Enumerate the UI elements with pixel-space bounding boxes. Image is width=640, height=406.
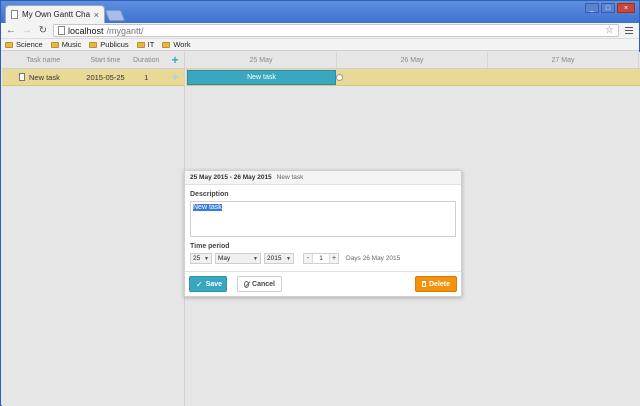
dialog-footer: ✓ Save Cancel Delete: [185, 271, 461, 296]
window-controls: _ □ ×: [585, 3, 635, 13]
chevron-down-icon: ▼: [286, 255, 291, 262]
url-host: localhost: [68, 25, 104, 36]
description-label: Description: [190, 191, 229, 198]
task-bar[interactable]: New task: [187, 70, 336, 85]
duration-stepper: - 1 +: [303, 253, 339, 264]
bookmark-label: Music: [61, 40, 82, 49]
dialog-task-title: New task: [276, 174, 304, 181]
bookmark-label: Work: [173, 40, 191, 49]
day-select[interactable]: 25 ▼: [190, 253, 212, 264]
tab-title: My Own Gantt Chart: [22, 10, 90, 19]
folder-icon: [50, 41, 59, 48]
scale-day: 27 May: [488, 52, 639, 68]
page-icon: [58, 26, 65, 35]
duration-decrement-button[interactable]: -: [304, 254, 312, 263]
gantt-app: Task name Start time Duration + New task…: [2, 52, 640, 406]
address-bar[interactable]: localhost/mygantt/ ☆: [53, 24, 619, 37]
delete-button[interactable]: Delete: [415, 276, 457, 292]
description-text: New task: [193, 204, 222, 211]
back-arrow-icon[interactable]: ←: [5, 25, 17, 37]
page-icon: [11, 10, 18, 19]
year-select[interactable]: 2015 ▼: [264, 253, 294, 264]
task-edit-dialog: 25 May 2015 - 26 May 2015 New task Descr…: [184, 170, 462, 297]
link-handle[interactable]: [336, 74, 343, 81]
check-icon: ✓: [196, 279, 203, 289]
folder-icon: [162, 41, 171, 48]
folder-icon: [89, 41, 98, 48]
browser-window: My Own Gantt Chart × _ □ × ← → ↻ localho…: [0, 0, 640, 406]
bookmark-label: Publicus: [100, 40, 129, 49]
file-icon: [19, 73, 25, 81]
header-duration[interactable]: Duration: [126, 57, 166, 64]
browser-toolbar: ← → ↻ localhost/mygantt/ ☆: [1, 23, 639, 39]
grid-header: Task name Start time Duration +: [2, 52, 184, 69]
new-tab-button[interactable]: [104, 10, 126, 21]
header-task-name[interactable]: Task name: [2, 57, 85, 64]
timeline-row: New task: [186, 69, 640, 86]
folder-icon: [136, 41, 145, 48]
duration-end-text: Days 26 May 2015: [346, 255, 401, 262]
trash-icon: [422, 281, 426, 287]
cancel-icon: [244, 280, 250, 288]
reload-icon[interactable]: ↻: [37, 25, 49, 37]
task-grid: Task name Start time Duration + New task…: [2, 52, 185, 406]
bookmark-music[interactable]: Music: [50, 40, 82, 49]
cancel-button[interactable]: Cancel: [237, 276, 282, 292]
timeline-scale: 25 May 26 May 27 May: [186, 52, 640, 69]
minimize-icon[interactable]: _: [585, 3, 599, 13]
dialog-header: 25 May 2015 - 26 May 2015 New task: [185, 171, 461, 185]
description-textarea[interactable]: New task: [190, 201, 456, 237]
dialog-date-range: 25 May 2015 - 26 May 2015: [190, 174, 272, 181]
forward-arrow-icon[interactable]: →: [21, 25, 33, 37]
time-period-row: 25 ▼ May ▼ 2015 ▼ - 1 + Days 26 May 2015: [185, 253, 461, 264]
bookmark-label: IT: [147, 40, 155, 49]
close-tab-icon[interactable]: ×: [94, 10, 99, 20]
duration-input[interactable]: 1: [312, 254, 330, 263]
task-name-cell: New task: [2, 73, 85, 82]
plus-icon: +: [171, 70, 179, 84]
browser-tab[interactable]: My Own Gantt Chart ×: [5, 5, 105, 23]
bookmark-it[interactable]: IT: [136, 40, 155, 49]
table-row[interactable]: New task 2015-05-25 1 +: [2, 69, 184, 86]
maximize-icon[interactable]: □: [601, 3, 615, 13]
add-subtask-button[interactable]: +: [166, 71, 184, 83]
header-start-time[interactable]: Start time: [85, 57, 127, 64]
bookmark-work[interactable]: Work: [162, 40, 191, 49]
plus-icon: +: [171, 53, 179, 67]
add-task-button[interactable]: +: [166, 54, 184, 66]
chevron-down-icon: ▼: [253, 255, 258, 262]
chevron-down-icon: ▼: [204, 255, 209, 262]
bookmark-science[interactable]: Science: [5, 40, 43, 49]
task-duration-cell: 1: [144, 72, 149, 82]
task-start-cell: 2015-05-25: [86, 72, 125, 82]
task-name: New task: [29, 72, 60, 82]
save-button[interactable]: ✓ Save: [189, 276, 227, 292]
duration-increment-button[interactable]: +: [330, 254, 338, 263]
folder-icon: [5, 41, 13, 48]
bookmarks-bar: Science Music Publicus IT Work: [1, 39, 639, 51]
window-close-icon[interactable]: ×: [617, 3, 635, 13]
month-select[interactable]: May ▼: [215, 253, 261, 264]
time-period-label: Time period: [190, 243, 230, 250]
star-icon[interactable]: ☆: [605, 25, 614, 36]
bookmark-label: Science: [16, 40, 43, 49]
bookmark-publicus[interactable]: Publicus: [89, 40, 129, 49]
url-path: /mygantt/: [106, 25, 144, 36]
scale-day: 26 May: [337, 52, 488, 68]
scale-day: 25 May: [186, 52, 337, 68]
title-bar: My Own Gantt Chart × _ □ ×: [1, 1, 639, 23]
menu-icon[interactable]: [623, 27, 635, 34]
